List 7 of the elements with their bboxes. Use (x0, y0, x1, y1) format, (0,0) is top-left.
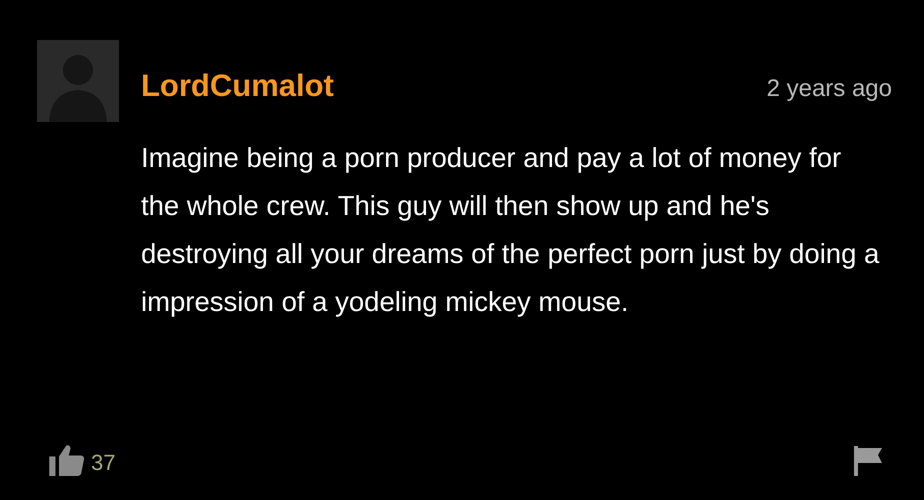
timestamp: 2 years ago (766, 75, 892, 103)
like-count: 37 (91, 450, 116, 476)
username[interactable]: LordCumalot (141, 68, 334, 104)
comment-text: Imagine being a porn producer and pay a lot of money for the whole crew. This guy will then show up and he's destroying all your dreams of the perfect porn just by doing a impression of a yodeling mickey mouse. (141, 141, 880, 319)
flag-icon[interactable] (854, 446, 882, 476)
thumbs-up-icon[interactable] (49, 444, 85, 476)
avatar-icon (37, 40, 119, 122)
